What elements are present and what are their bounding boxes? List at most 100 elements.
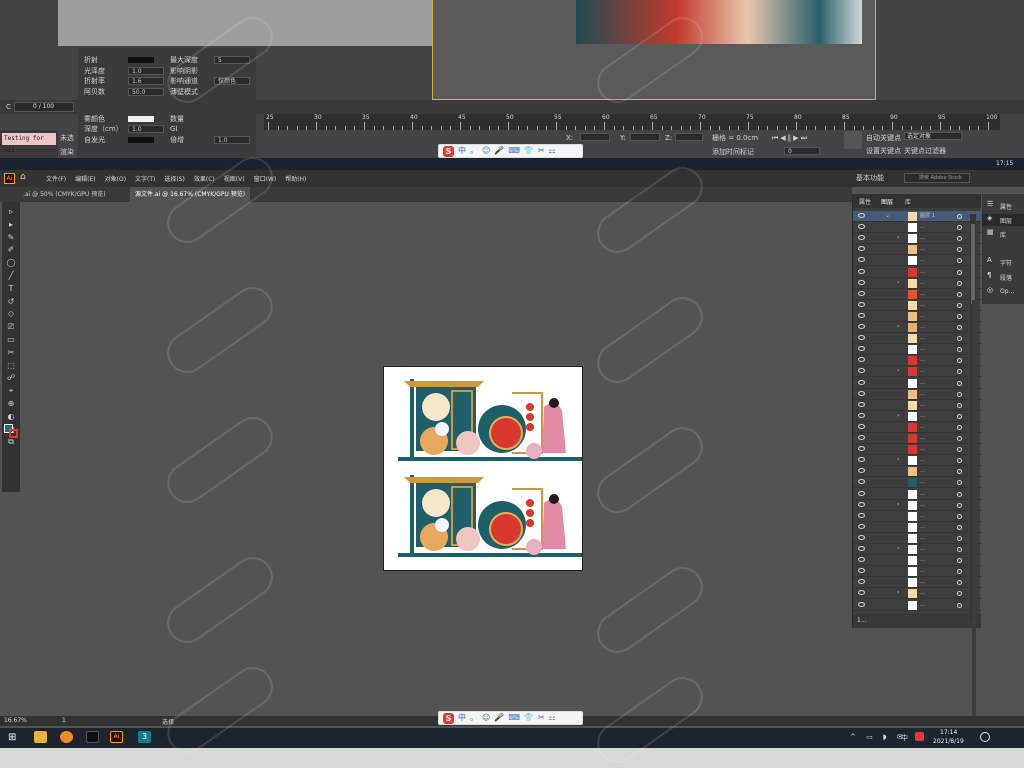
expand-arrow-icon[interactable]: › <box>897 588 899 598</box>
rectangle-tool-icon[interactable]: ▭ <box>6 335 16 344</box>
expand-arrow-icon[interactable]: › <box>897 278 899 288</box>
visibility-eye-icon[interactable] <box>858 423 865 429</box>
target-circle-icon[interactable] <box>957 424 962 430</box>
target-circle-icon[interactable] <box>957 524 962 530</box>
stock-search[interactable]: 搜索 Adobe Stock <box>904 173 970 183</box>
visibility-eye-icon[interactable] <box>858 390 865 396</box>
dock-item[interactable]: ◈ 图层 <box>982 214 1024 226</box>
max-timeline-ruler[interactable]: 25 30 35 40 45 50 55 60 65 70 75 80 85 90 95 100 <box>264 114 1000 130</box>
ime-voice-icon[interactable]: 🎤 <box>494 146 504 156</box>
target-circle-icon[interactable] <box>957 469 962 475</box>
coord-z-input[interactable] <box>675 133 703 141</box>
menu-item[interactable]: 视图(V) <box>224 174 245 183</box>
add-time-tag[interactable]: 添加时间标记 <box>712 148 754 157</box>
layer-row[interactable]: ... <box>853 344 981 356</box>
ime-tools-icon[interactable]: ✂ <box>538 146 545 156</box>
ime-emoji-icon[interactable]: ☺ <box>482 713 490 723</box>
ime-grid-icon[interactable]: ⚏ <box>549 713 556 723</box>
expand-arrow-icon[interactable]: › <box>897 233 899 243</box>
menu-item[interactable]: 帮助(H) <box>285 174 306 183</box>
set-key-button[interactable]: 设置关键点 <box>866 147 901 156</box>
prop-swatch[interactable] <box>128 115 154 122</box>
visibility-eye-icon[interactable] <box>858 601 865 607</box>
screen-mode-icon[interactable]: ⧉ <box>6 437 16 446</box>
browser-icon[interactable] <box>60 731 73 743</box>
target-circle-icon[interactable] <box>957 214 962 219</box>
visibility-eye-icon[interactable] <box>858 224 865 230</box>
zoom-level[interactable]: 16.67% <box>4 717 27 724</box>
panel-tab-properties[interactable]: 属性 <box>859 197 871 206</box>
visibility-eye-icon[interactable] <box>858 279 865 285</box>
layer-row[interactable]: › ... <box>853 544 981 556</box>
target-circle-icon[interactable] <box>957 502 962 508</box>
ime-grid-icon[interactable]: ⚏ <box>549 146 556 156</box>
expand-arrow-icon[interactable]: › <box>897 544 899 554</box>
symbol-tool-icon[interactable]: ☍ <box>6 373 16 382</box>
prop-value-right[interactable]: 仅颜色 <box>214 77 250 85</box>
frame-counter[interactable]: 0 / 100 <box>14 102 74 112</box>
ime-lang[interactable]: 中 <box>458 146 466 156</box>
layer-row[interactable]: ... <box>853 600 981 611</box>
ime-punct[interactable]: 。 <box>470 146 478 156</box>
ime-toolbar-top[interactable]: S 中 。 ☺ 🎤 ⌨ 👕 ✂ ⚏ <box>438 144 583 158</box>
target-circle-icon[interactable] <box>957 225 962 231</box>
layer-row[interactable]: ... <box>853 300 981 311</box>
key-filter-button[interactable]: 关键点过滤器 <box>904 147 946 156</box>
visibility-eye-icon[interactable] <box>858 401 865 407</box>
frame-input[interactable]: 0 <box>784 147 820 155</box>
target-circle-icon[interactable] <box>957 547 962 552</box>
ime-skin-icon[interactable]: 👕 <box>524 146 534 156</box>
panel-tab-library[interactable]: 库 <box>905 197 911 206</box>
visibility-eye-icon[interactable] <box>858 468 865 474</box>
layer-row[interactable]: ... <box>853 433 981 445</box>
target-circle-icon[interactable] <box>957 447 962 453</box>
layer-row[interactable]: › ... <box>853 588 981 600</box>
layer-row[interactable]: ... <box>853 522 981 533</box>
ime-tools-icon[interactable]: ✂ <box>538 713 545 723</box>
layer-row[interactable]: › ... <box>853 366 981 378</box>
illustrator-taskbar-icon[interactable]: Ai <box>110 731 123 743</box>
playback-controls[interactable]: ⏮◀‖▶⏭ <box>772 134 809 143</box>
workspace-switcher[interactable]: 基本功能 <box>856 174 884 183</box>
target-circle-icon[interactable] <box>957 480 962 486</box>
dock-item[interactable]: ¶ 段落 <box>982 271 1024 283</box>
target-circle-icon[interactable] <box>957 269 962 275</box>
expand-arrow-icon[interactable]: › <box>897 322 899 332</box>
expand-arrow-icon[interactable]: › <box>897 411 899 421</box>
target-circle-icon[interactable] <box>957 391 962 397</box>
visibility-eye-icon[interactable] <box>858 290 865 296</box>
expand-arrow-icon[interactable]: ⌄ <box>885 211 890 221</box>
visibility-eye-icon[interactable] <box>858 246 865 252</box>
layer-row[interactable]: ... <box>853 466 981 478</box>
target-circle-icon[interactable] <box>957 369 962 375</box>
ellipse-tool-icon[interactable]: ◯ <box>6 258 16 267</box>
target-circle-icon[interactable] <box>957 347 962 353</box>
layer-row[interactable]: ... <box>853 566 981 578</box>
target-circle-icon[interactable] <box>957 602 962 608</box>
layer-row[interactable]: ... <box>853 333 981 345</box>
artboard-tool-icon[interactable]: ⬚ <box>6 361 16 370</box>
layer-row[interactable]: ... <box>853 255 981 267</box>
layer-row[interactable]: ... <box>853 289 981 300</box>
visibility-eye-icon[interactable] <box>858 490 865 496</box>
target-circle-icon[interactable] <box>957 291 962 297</box>
visibility-eye-icon[interactable] <box>858 479 865 485</box>
layer-row[interactable]: › ... <box>853 322 981 334</box>
notification-icon[interactable] <box>980 732 990 742</box>
visibility-eye-icon[interactable] <box>858 435 865 440</box>
visibility-eye-icon[interactable] <box>858 546 865 551</box>
menu-item[interactable]: 文字(T) <box>135 174 155 183</box>
layer-row[interactable]: ... <box>853 422 981 433</box>
rotate-tool-icon[interactable]: ↺ <box>6 297 16 306</box>
layer-row[interactable]: › ... <box>853 500 981 511</box>
visibility-eye-icon[interactable] <box>858 534 865 540</box>
target-circle-icon[interactable] <box>957 402 962 408</box>
target-circle-icon[interactable] <box>957 258 962 264</box>
visibility-eye-icon[interactable] <box>858 368 865 374</box>
file-explorer-icon[interactable] <box>34 731 47 743</box>
visibility-eye-icon[interactable] <box>858 590 865 596</box>
windows-start-icon[interactable]: ⊞ <box>8 732 16 743</box>
layer-row[interactable]: ... <box>853 489 981 500</box>
prop-value-right[interactable]: 1.0 <box>214 135 250 144</box>
target-circle-icon[interactable] <box>957 591 962 597</box>
